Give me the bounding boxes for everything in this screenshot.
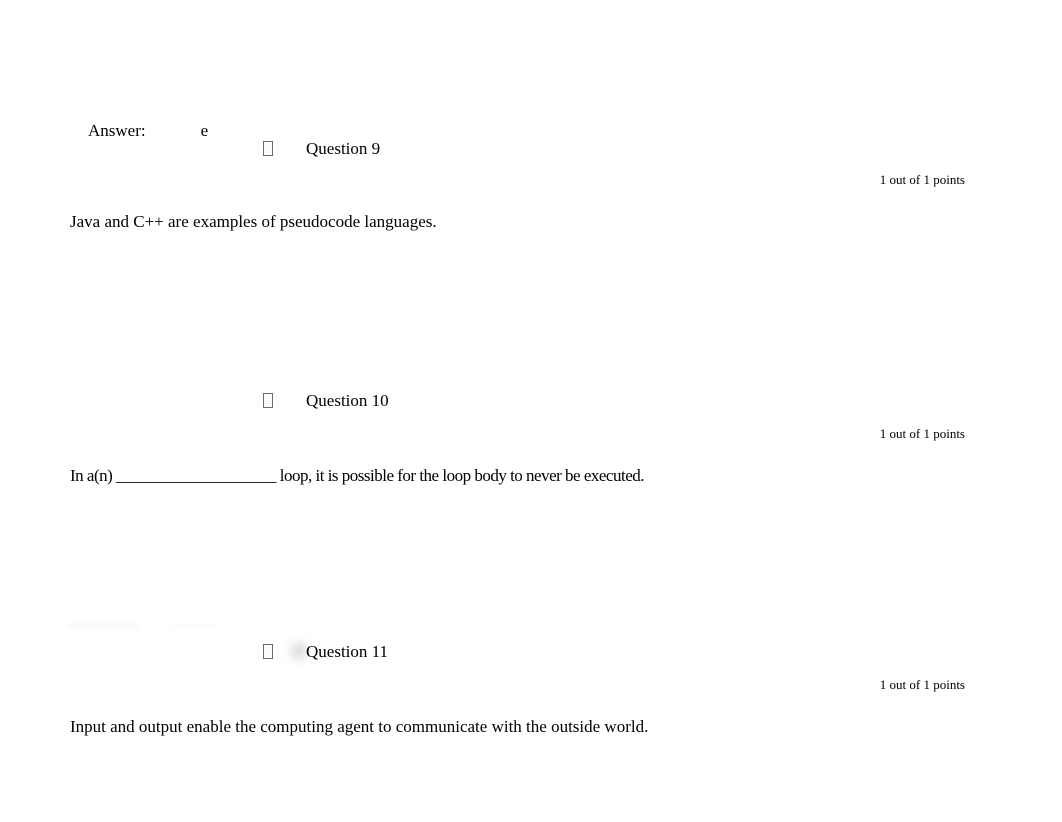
question-body-11: Input and output enable the computing ag… <box>70 717 649 736</box>
document-page: Answer: e Question 9 1 out of 1 points Ja… <box>0 0 1062 822</box>
question-title-11: Question 11 <box>306 642 389 661</box>
missing-glyph-box-icon <box>263 141 273 156</box>
question-body-10: In a(n) ____________________ loop, it is… <box>70 466 645 485</box>
question-header-11: Question 11 <box>0 641 1062 663</box>
scan-artifact-smudge-left <box>68 624 138 628</box>
question-title-10: Question 10 <box>306 391 389 410</box>
question-body-9: Java and C++ are examples of pseudocode … <box>70 212 437 231</box>
scan-artifact-smudge-right <box>170 625 216 628</box>
missing-glyph-box-icon <box>263 393 273 408</box>
question-title-9: Question 9 <box>306 139 381 158</box>
question-header-10: Question 10 <box>0 390 1062 412</box>
points-earned-9: 1 out of 1 points <box>879 172 965 187</box>
points-earned-11: 1 out of 1 points <box>879 677 965 692</box>
missing-glyph-box-icon <box>263 644 273 659</box>
points-earned-10: 1 out of 1 points <box>879 426 965 441</box>
question-header-9: Question 9 <box>0 138 1062 160</box>
